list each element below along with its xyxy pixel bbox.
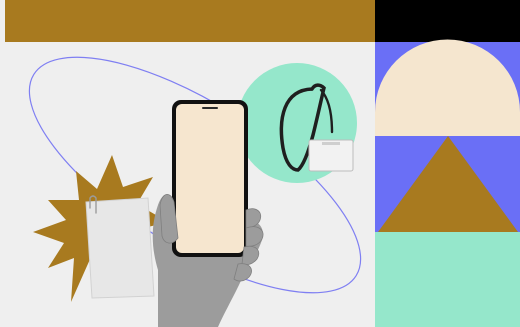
top-gold-band (5, 0, 375, 42)
badge-slot (322, 142, 340, 145)
panel-black-top (375, 0, 520, 42)
phone-screen (176, 104, 244, 253)
paper-note-icon (85, 195, 155, 299)
illustration-scene (0, 0, 520, 327)
phone-speaker (202, 107, 218, 109)
panel-mint-bottom (375, 232, 520, 327)
geometric-right-panel (375, 0, 520, 327)
smartphone-icon (172, 100, 248, 257)
